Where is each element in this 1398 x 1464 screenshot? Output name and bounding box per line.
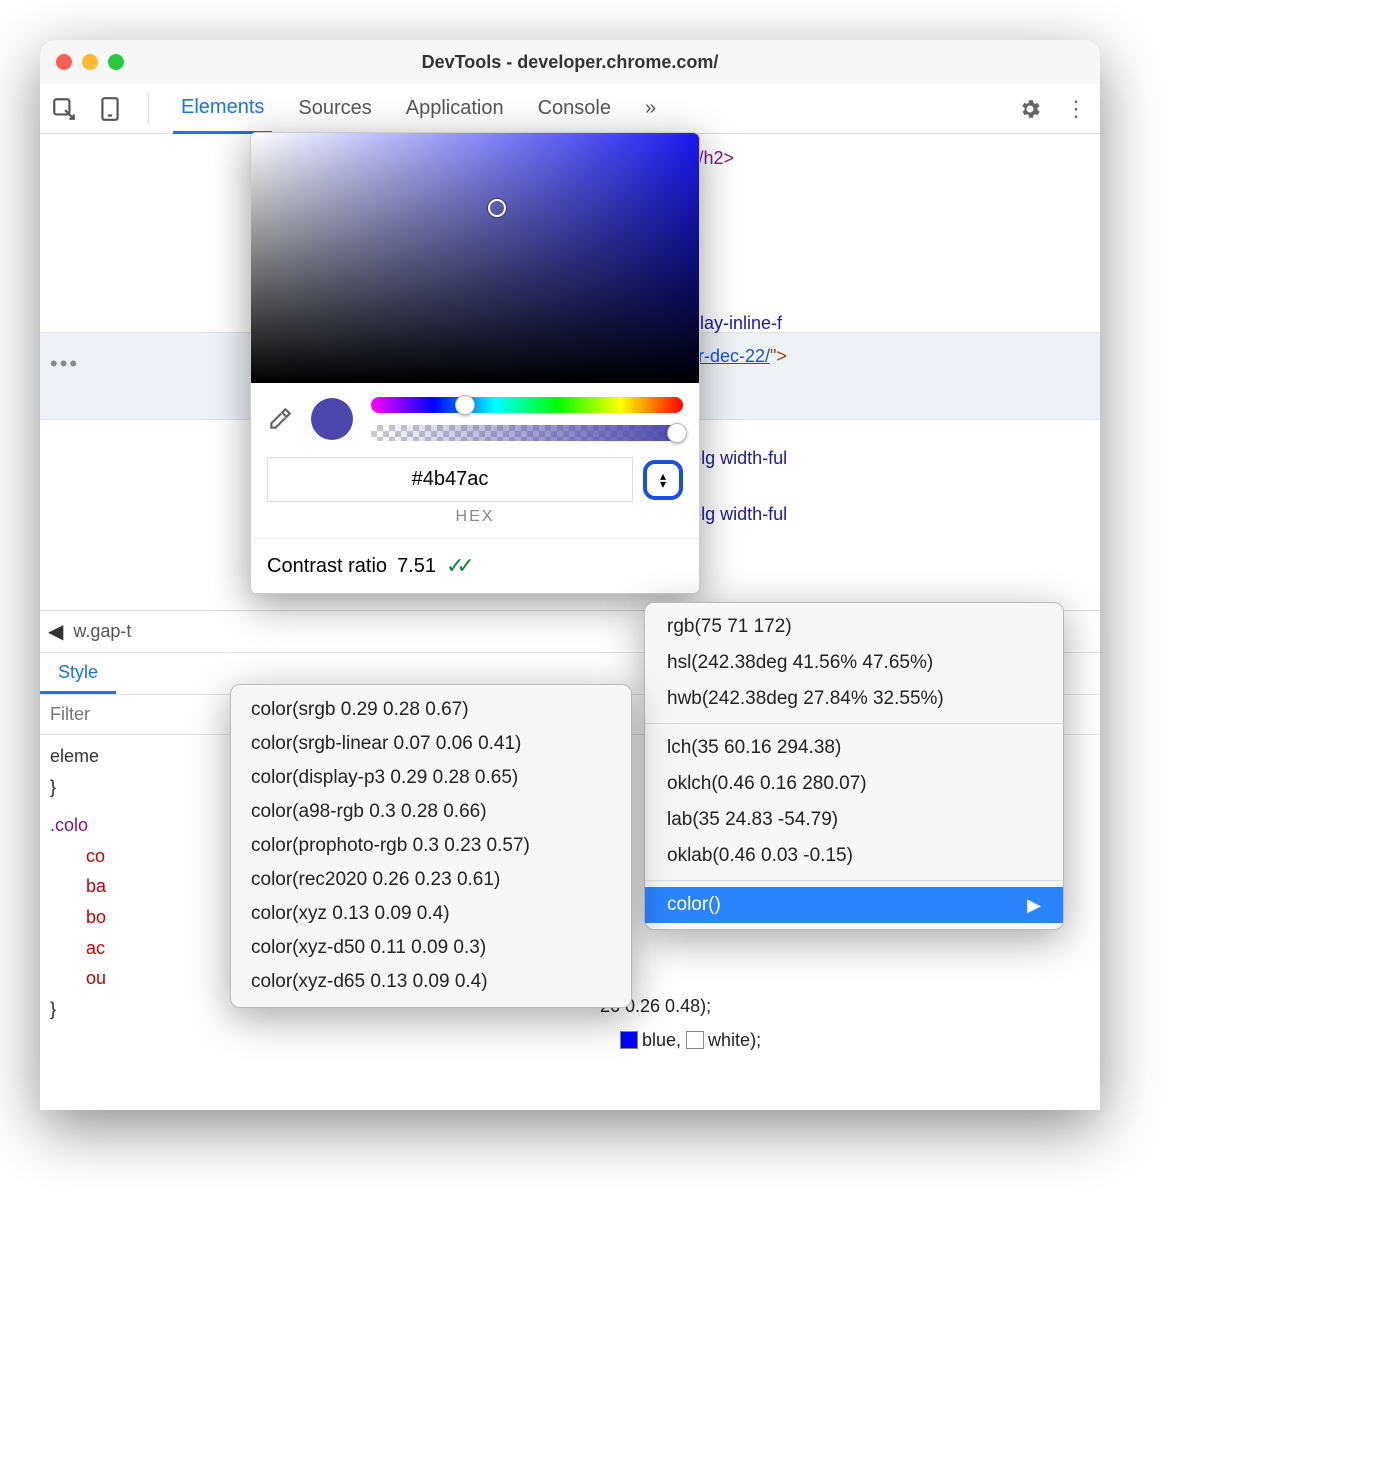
devtools-toolbar: Elements Sources Application Console » ⋮ — [40, 84, 1100, 134]
eyedropper-icon[interactable] — [267, 406, 293, 432]
format-label: HEX — [251, 502, 699, 538]
chevron-left-icon[interactable]: ◀ — [48, 619, 63, 644]
alpha-slider[interactable] — [371, 425, 683, 441]
hue-slider[interactable] — [371, 397, 683, 413]
color-picker: HEX Contrast ratio 7.51 ✓✓ — [250, 132, 700, 594]
spectrum-cursor[interactable] — [488, 199, 506, 217]
devtools-window: DevTools - developer.chrome.com/ Element… — [40, 40, 1100, 1110]
titlebar: DevTools - developer.chrome.com/ — [40, 40, 1100, 84]
color-sub-option[interactable]: color(a98-rgb 0.3 0.28 0.66) — [231, 795, 631, 829]
collapsed-indicator: ••• — [50, 344, 79, 384]
window-title: DevTools - developer.chrome.com/ — [40, 52, 1100, 73]
format-option-rgb[interactable]: rgb(75 71 172) — [645, 609, 1063, 645]
styles-filter-input[interactable] — [50, 704, 190, 725]
color-sub-option[interactable]: color(xyz-d50 0.11 0.09 0.3) — [231, 931, 631, 965]
chevron-right-icon: ▶ — [1027, 895, 1041, 916]
tab-styles[interactable]: Style — [40, 653, 116, 694]
format-option-lch[interactable]: lch(35 60.16 294.38) — [645, 730, 1063, 766]
format-toggle-button[interactable] — [643, 460, 683, 500]
color-swatch-white[interactable] — [686, 1031, 704, 1049]
hex-input[interactable] — [267, 457, 633, 502]
color-sub-option[interactable]: color(display-p3 0.29 0.28 0.65) — [231, 761, 631, 795]
more-tabs[interactable]: » — [637, 84, 664, 134]
color-format-menu: rgb(75 71 172) hsl(242.38deg 41.56% 47.6… — [644, 602, 1064, 930]
color-sub-option[interactable]: color(rec2020 0.26 0.23 0.61) — [231, 863, 631, 897]
format-option-hsl[interactable]: hsl(242.38deg 41.56% 47.65%) — [645, 645, 1063, 681]
color-sub-option[interactable]: color(prophoto-rgb 0.3 0.23 0.57) — [231, 829, 631, 863]
contrast-row[interactable]: Contrast ratio 7.51 ✓✓ — [251, 538, 699, 593]
color-sub-option[interactable]: color(srgb 0.29 0.28 0.67) — [231, 693, 631, 727]
tab-sources[interactable]: Sources — [290, 84, 379, 134]
checkmark-icon: ✓✓ — [446, 553, 467, 579]
saturation-value-box[interactable] — [251, 133, 699, 383]
format-option-color[interactable]: color() ▶ — [645, 887, 1063, 923]
inspect-element-icon[interactable] — [50, 95, 78, 123]
format-option-hwb[interactable]: hwb(242.38deg 27.84% 32.55%) — [645, 681, 1063, 717]
color-sub-option[interactable]: color(srgb-linear 0.07 0.06 0.41) — [231, 727, 631, 761]
tab-elements[interactable]: Elements — [173, 84, 272, 134]
kebab-menu-icon[interactable]: ⋮ — [1062, 95, 1090, 123]
tab-application[interactable]: Application — [398, 84, 512, 134]
color-sub-option[interactable]: color(xyz 0.13 0.09 0.4) — [231, 897, 631, 931]
device-toggle-icon[interactable] — [96, 95, 124, 123]
tab-console[interactable]: Console — [530, 84, 619, 134]
format-option-oklch[interactable]: oklch(0.46 0.16 280.07) — [645, 766, 1063, 802]
format-option-oklab[interactable]: oklab(0.46 0.03 -0.15) — [645, 838, 1063, 874]
format-option-lab[interactable]: lab(35 24.83 -54.79) — [645, 802, 1063, 838]
color-swatch-blue[interactable] — [620, 1031, 638, 1049]
color-function-submenu: color(srgb 0.29 0.28 0.67) color(srgb-li… — [230, 684, 632, 1008]
color-sub-option[interactable]: color(xyz-d65 0.13 0.09 0.4) — [231, 965, 631, 999]
current-color-swatch — [311, 398, 353, 440]
gear-icon[interactable] — [1016, 95, 1044, 123]
